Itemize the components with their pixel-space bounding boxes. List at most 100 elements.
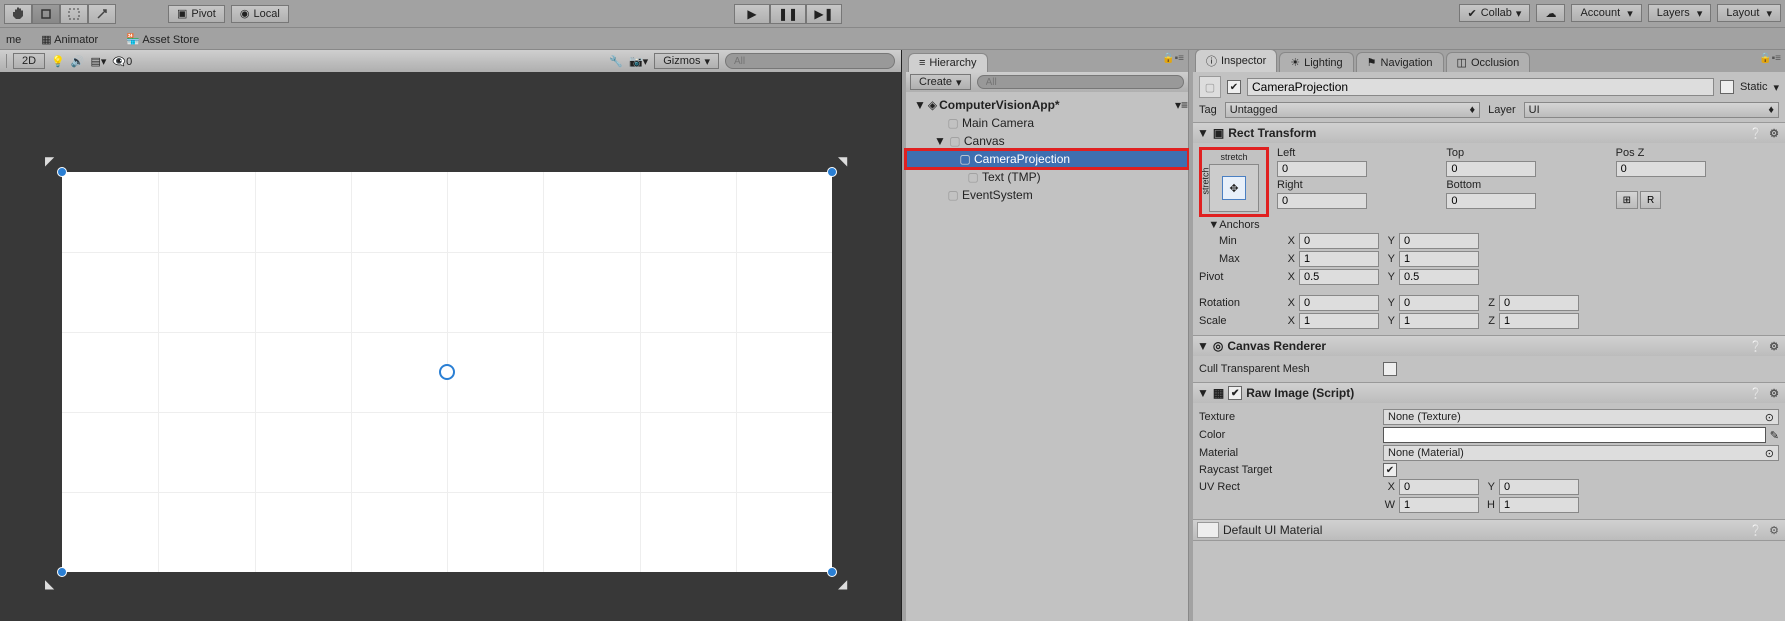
left-input[interactable] bbox=[1277, 161, 1367, 177]
gameobject-name-input[interactable] bbox=[1247, 78, 1714, 96]
create-dropdown[interactable]: Create ▾ bbox=[910, 74, 971, 90]
rotate-tool[interactable] bbox=[60, 4, 88, 24]
gizmos-dropdown[interactable]: Gizmos ▾ bbox=[654, 53, 719, 69]
tree-scene[interactable]: ▼◈ComputerVisionApp*▾≡ bbox=[906, 96, 1188, 114]
help-icon[interactable]: ❔ bbox=[1749, 523, 1763, 537]
blueprint-button[interactable]: ⊞ bbox=[1616, 191, 1638, 209]
uv-h[interactable] bbox=[1499, 497, 1579, 513]
handle-bl[interactable] bbox=[57, 567, 67, 577]
uv-y[interactable] bbox=[1499, 479, 1579, 495]
eyedropper-icon[interactable]: ✎ bbox=[1770, 429, 1779, 442]
tree-main-camera[interactable]: ▢Main Camera bbox=[906, 114, 1188, 132]
material-field[interactable]: None (Material)⊙ bbox=[1383, 445, 1779, 461]
top-input[interactable] bbox=[1446, 161, 1536, 177]
hidden-icon[interactable]: 👁‍🗨0 bbox=[112, 55, 132, 68]
move-tool[interactable] bbox=[32, 4, 60, 24]
tab-occlusion[interactable]: ◫Occlusion bbox=[1446, 52, 1531, 72]
help-icon[interactable]: ❔ bbox=[1749, 386, 1763, 400]
tree-event-system[interactable]: ▢EventSystem bbox=[906, 186, 1188, 204]
help-icon[interactable]: ❔ bbox=[1749, 339, 1763, 353]
anchor-min-y[interactable] bbox=[1399, 233, 1479, 249]
layer-dropdown[interactable]: UI♦ bbox=[1524, 102, 1779, 118]
step-button[interactable]: ▶❚ bbox=[806, 4, 842, 24]
canvas-rect[interactable] bbox=[62, 172, 832, 572]
play-button[interactable]: ▶ bbox=[734, 4, 770, 24]
foldout-icon[interactable]: ▼ bbox=[1197, 386, 1209, 400]
object-picker-icon[interactable]: ⊙ bbox=[1765, 411, 1774, 424]
uv-x[interactable] bbox=[1399, 479, 1479, 495]
handle-tl[interactable] bbox=[57, 167, 67, 177]
texture-field[interactable]: None (Texture)⊙ bbox=[1383, 409, 1779, 425]
foldout-icon[interactable]: ▼ bbox=[1197, 339, 1209, 353]
color-field[interactable] bbox=[1383, 427, 1766, 443]
pivot-toggle[interactable]: ▣Pivot bbox=[168, 5, 225, 23]
raw-button[interactable]: R bbox=[1640, 191, 1661, 209]
cloud-button[interactable]: ☁ bbox=[1536, 4, 1565, 22]
anchor-max-y[interactable] bbox=[1399, 251, 1479, 267]
gear-icon[interactable]: ⚙ bbox=[1767, 339, 1781, 353]
scene-menu-icon[interactable]: ▾≡ bbox=[1175, 98, 1188, 112]
right-input[interactable] bbox=[1277, 193, 1367, 209]
rot-z[interactable] bbox=[1499, 295, 1579, 311]
layers-dropdown[interactable]: Layers ▾ bbox=[1648, 4, 1712, 22]
2d-toggle[interactable]: 2D bbox=[13, 53, 45, 69]
static-checkbox[interactable] bbox=[1720, 80, 1734, 94]
lock-icon[interactable]: 🔒▪≡ bbox=[1162, 53, 1184, 64]
layout-dropdown[interactable]: Layout ▾ bbox=[1717, 4, 1781, 22]
light-icon[interactable]: 💡 bbox=[51, 55, 65, 68]
object-picker-icon[interactable]: ⊙ bbox=[1765, 447, 1774, 460]
raw-image-enabled[interactable]: ✔ bbox=[1228, 386, 1242, 400]
raycast-checkbox[interactable]: ✔ bbox=[1383, 463, 1397, 477]
cull-checkbox[interactable] bbox=[1383, 362, 1397, 376]
uv-w[interactable] bbox=[1399, 497, 1479, 513]
rot-x[interactable] bbox=[1299, 295, 1379, 311]
anchor-max-x[interactable] bbox=[1299, 251, 1379, 267]
audio-icon[interactable]: 🔊 bbox=[71, 55, 85, 68]
foldout-icon[interactable]: ▼ bbox=[1197, 126, 1209, 140]
posz-input[interactable] bbox=[1616, 161, 1706, 177]
tab-asset-store[interactable]: 🏪 Asset Store bbox=[112, 30, 213, 49]
scale-z[interactable] bbox=[1499, 313, 1579, 329]
tab-animator[interactable]: ▦ Animator bbox=[27, 30, 112, 49]
anchor-min-x[interactable] bbox=[1299, 233, 1379, 249]
handle-br[interactable] bbox=[827, 567, 837, 577]
active-checkbox[interactable]: ✔ bbox=[1227, 80, 1241, 94]
tree-canvas[interactable]: ▼▢Canvas bbox=[906, 132, 1188, 150]
lock-icon[interactable]: 🔒▪≡ bbox=[1759, 53, 1781, 64]
scale-x[interactable] bbox=[1299, 313, 1379, 329]
scale-tool[interactable] bbox=[88, 4, 116, 24]
tab-hierarchy[interactable]: ≡Hierarchy bbox=[908, 53, 988, 72]
pivot-x[interactable] bbox=[1299, 269, 1379, 285]
help-icon[interactable]: ❔ bbox=[1749, 126, 1763, 140]
static-dropdown[interactable]: ▾ bbox=[1773, 81, 1779, 94]
local-toggle[interactable]: ◉Local bbox=[231, 5, 289, 23]
scale-y[interactable] bbox=[1399, 313, 1479, 329]
hand-tool[interactable] bbox=[4, 4, 32, 24]
fx-icon[interactable]: ▤▾ bbox=[90, 55, 106, 68]
gear-icon[interactable]: ⚙ bbox=[1767, 386, 1781, 400]
pivot-y[interactable] bbox=[1399, 269, 1479, 285]
pause-button[interactable]: ❚❚ bbox=[770, 4, 806, 24]
hierarchy-search[interactable] bbox=[977, 75, 1184, 89]
tab-partial[interactable]: me bbox=[0, 31, 27, 49]
tab-inspector[interactable]: ⓘInspector bbox=[1195, 50, 1277, 72]
collab-dropdown[interactable]: ✔Collab ▾ bbox=[1459, 4, 1531, 22]
scene-search[interactable] bbox=[725, 53, 895, 69]
tab-navigation[interactable]: ⚑Navigation bbox=[1356, 52, 1444, 72]
scene-canvas[interactable]: ◤ ◥ ◣ ◢ bbox=[0, 72, 901, 621]
tag-dropdown[interactable]: Untagged♦ bbox=[1225, 102, 1480, 118]
anchors-foldout[interactable]: ▼Anchors bbox=[1208, 219, 1259, 231]
tree-camera-projection[interactable]: ▢CameraProjection bbox=[906, 150, 1188, 168]
account-dropdown[interactable]: Account ▾ bbox=[1571, 4, 1641, 22]
gear-icon[interactable]: ⚙ bbox=[1767, 523, 1781, 537]
bottom-input[interactable] bbox=[1446, 193, 1536, 209]
camera-icon[interactable]: 📷▾ bbox=[629, 55, 648, 68]
gear-icon[interactable]: ⚙ bbox=[1767, 126, 1781, 140]
handle-tr[interactable] bbox=[827, 167, 837, 177]
tab-lighting[interactable]: ☀Lighting bbox=[1279, 52, 1353, 72]
tool-icon[interactable]: 🔧 bbox=[609, 55, 623, 68]
tree-text-tmp[interactable]: ▢Text (TMP) bbox=[906, 168, 1188, 186]
anchor-preset-button[interactable]: stretch ✥ stretch bbox=[1199, 147, 1269, 217]
pivot-gizmo[interactable] bbox=[439, 364, 455, 380]
rot-y[interactable] bbox=[1399, 295, 1479, 311]
